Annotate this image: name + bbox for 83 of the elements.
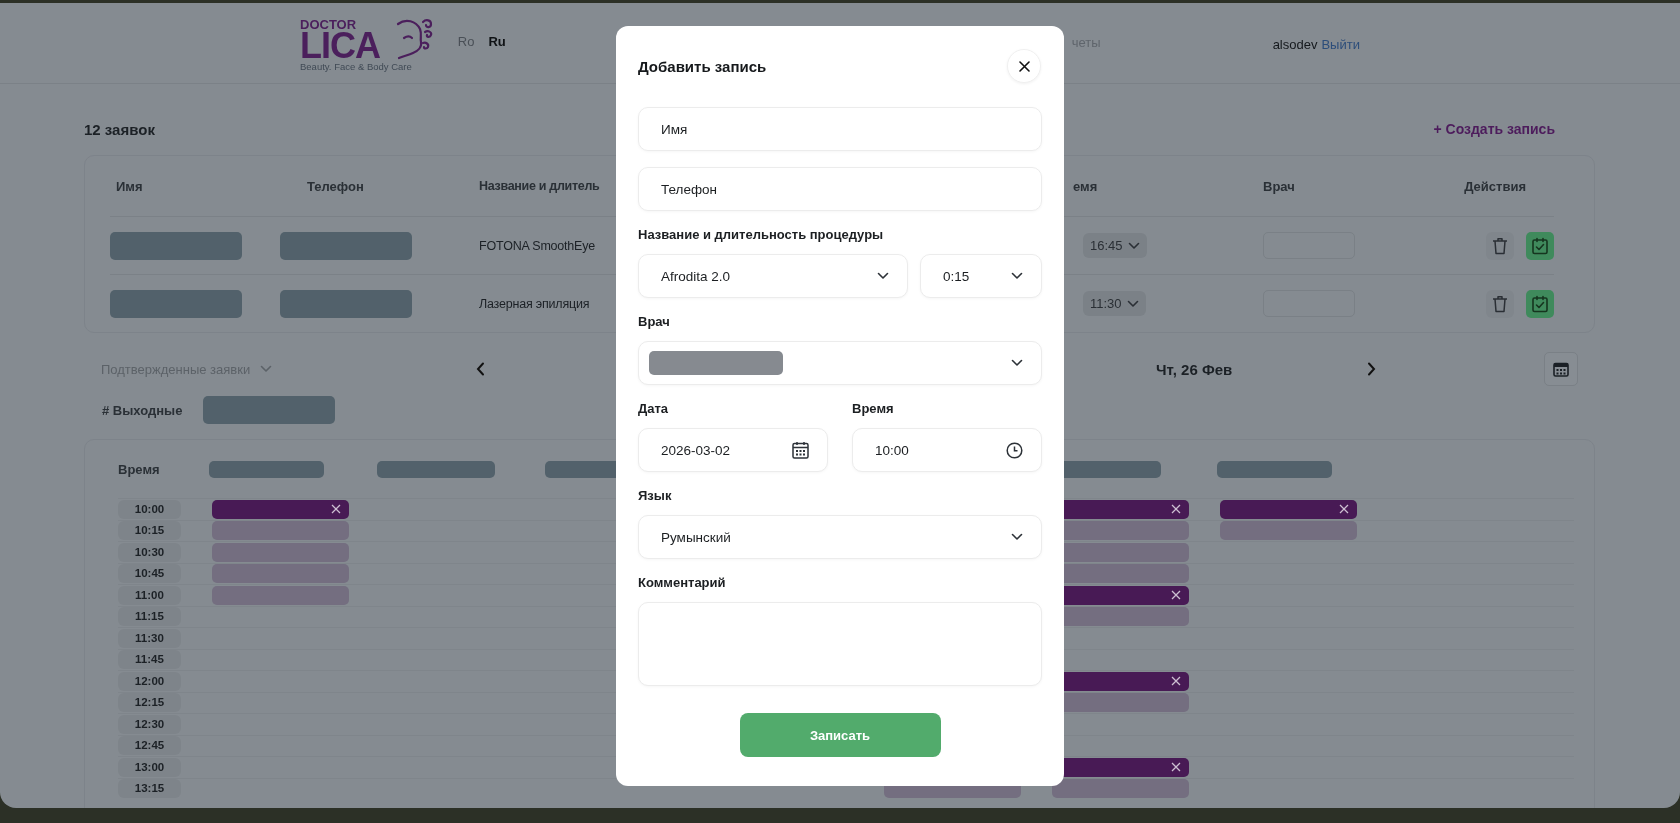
time-field[interactable]: 10:00 bbox=[852, 428, 1042, 472]
column-header: Телефон bbox=[306, 178, 365, 194]
close-icon[interactable] bbox=[1339, 504, 1349, 515]
time-label: 13:15 bbox=[118, 779, 181, 799]
language-tab[interactable]: Ro bbox=[457, 33, 475, 49]
requests-count: 12 заявок bbox=[84, 120, 155, 138]
time-label: 10:45 bbox=[118, 564, 181, 584]
chevron-down-icon bbox=[1011, 272, 1023, 280]
time-label: 12:15 bbox=[118, 693, 181, 713]
logo-wordmark: LICA bbox=[300, 30, 380, 61]
time-label: 11:15 bbox=[118, 607, 181, 627]
calendar-check-icon bbox=[1531, 236, 1549, 255]
delete-button[interactable] bbox=[1486, 231, 1514, 260]
time-label: 12:45 bbox=[118, 736, 181, 756]
doctor-select[interactable] bbox=[638, 341, 1042, 385]
chevron-right-icon bbox=[1367, 362, 1376, 376]
calendar-icon bbox=[792, 441, 809, 459]
chevron-down-icon bbox=[1011, 359, 1023, 367]
time-select[interactable]: 11:30 bbox=[1083, 291, 1146, 316]
days-off-label: # Выходные bbox=[102, 402, 183, 418]
dialog-title: Добавить запись bbox=[638, 57, 767, 75]
chevron-down-icon bbox=[260, 365, 273, 373]
next-day-button[interactable] bbox=[1367, 362, 1376, 376]
time-label: 10:15 bbox=[118, 521, 181, 541]
time-label: 11:45 bbox=[118, 650, 181, 670]
time-column-header: Время bbox=[118, 461, 161, 477]
procedure-select[interactable]: Afrodita 2.0 bbox=[638, 254, 908, 298]
current-date: Чт, 26 Фев bbox=[1156, 360, 1234, 378]
close-icon bbox=[1018, 60, 1030, 72]
language-select[interactable]: Румынский bbox=[638, 515, 1042, 559]
column-header: Действия bbox=[1464, 178, 1527, 194]
chevron-down-icon bbox=[1127, 241, 1140, 250]
calendar-button[interactable] bbox=[1544, 352, 1578, 386]
field-label: Язык bbox=[638, 488, 673, 504]
language-tab[interactable]: Ru bbox=[488, 33, 506, 49]
time-label: 10:00 bbox=[118, 499, 181, 519]
field-label: Врач bbox=[638, 314, 671, 330]
submit-button[interactable]: Записать bbox=[739, 713, 941, 757]
name-field[interactable]: Имя bbox=[638, 107, 1042, 151]
logo-text: DOCTOR bbox=[300, 17, 358, 31]
field-label: Комментарий bbox=[638, 575, 727, 591]
duration-select[interactable]: 0:15 bbox=[920, 254, 1042, 298]
close-icon[interactable] bbox=[331, 504, 341, 515]
phone-field[interactable]: Телефон bbox=[638, 167, 1042, 211]
time-label: 11:30 bbox=[118, 628, 181, 648]
clock-icon bbox=[1006, 441, 1023, 459]
procedure-cell-text: FOTONA SmoothEye bbox=[478, 238, 597, 253]
time-label: 11:00 bbox=[118, 585, 181, 605]
time-select[interactable]: 16:45 bbox=[1083, 233, 1147, 258]
close-icon[interactable] bbox=[1171, 504, 1181, 515]
chevron-down-icon bbox=[877, 272, 889, 280]
trash-icon bbox=[1492, 294, 1508, 313]
previous-day-button[interactable] bbox=[476, 362, 485, 376]
delete-button[interactable] bbox=[1486, 289, 1514, 318]
chevron-down-icon bbox=[1011, 533, 1023, 541]
calendar-icon bbox=[1553, 361, 1569, 377]
time-label: 10:30 bbox=[118, 542, 181, 562]
field-label: Название и длительность процедуры bbox=[638, 227, 885, 243]
close-button[interactable] bbox=[1007, 49, 1041, 83]
close-icon[interactable] bbox=[1171, 590, 1181, 601]
column-header: емя bbox=[1073, 178, 1099, 194]
close-icon[interactable] bbox=[1171, 762, 1181, 773]
column-header: Врач bbox=[1263, 178, 1296, 194]
trash-icon bbox=[1492, 236, 1508, 255]
column-header: Имя bbox=[115, 178, 144, 194]
field-label: Дата bbox=[638, 401, 670, 417]
procedure-cell-text: Лазерная эпиляция bbox=[478, 296, 591, 311]
user-name: alsodev bbox=[1272, 36, 1318, 52]
field-label: Время bbox=[852, 401, 895, 417]
chevron-left-icon bbox=[476, 362, 485, 376]
time-label: 13:00 bbox=[118, 757, 181, 777]
calendar-check-icon bbox=[1531, 294, 1549, 313]
close-icon[interactable] bbox=[1171, 676, 1181, 687]
logo-tagline: Beauty. Face & Body Care bbox=[300, 60, 412, 73]
create-entry-link[interactable]: + Создать запись bbox=[1433, 121, 1555, 137]
logout-link[interactable]: Выйти bbox=[1321, 36, 1360, 52]
chevron-down-icon bbox=[1126, 299, 1139, 308]
confirm-button[interactable] bbox=[1526, 231, 1554, 260]
time-label: 12:00 bbox=[118, 671, 181, 691]
confirm-button[interactable] bbox=[1526, 289, 1554, 318]
date-field[interactable]: 2026-03-02 bbox=[638, 428, 828, 472]
column-header: Название и длитель bbox=[478, 179, 601, 193]
time-label: 12:30 bbox=[118, 714, 181, 734]
